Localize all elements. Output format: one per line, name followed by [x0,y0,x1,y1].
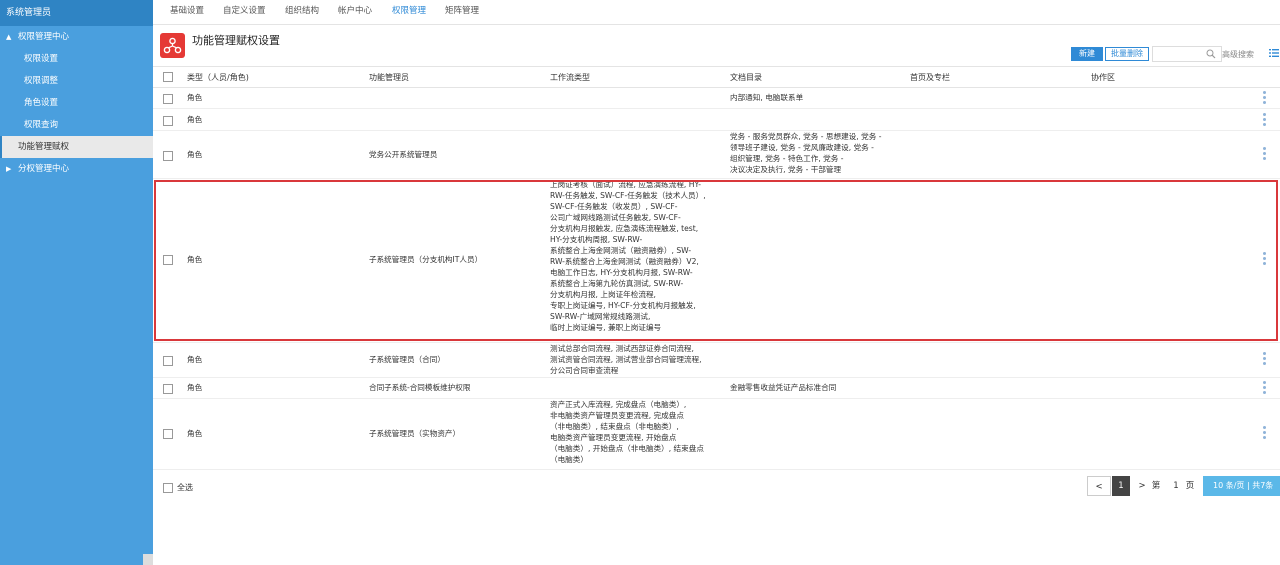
tab-permission-management[interactable]: 权限管理 [392,0,426,24]
table-row[interactable]: 角色 合同子系统-合同模板维护权限 金融零售收益凭证产品标准合同 [153,378,1280,399]
tab-custom-settings[interactable]: 自定义设置 [223,0,266,24]
row-checkbox[interactable] [163,94,173,104]
list-view-icon[interactable] [1269,48,1279,58]
advanced-search-link[interactable]: 高级搜索 [1222,49,1254,60]
cell-workflow: 测试总部合同流程, 测试西部证券合同流程, 测试资管合同流程, 测试营业部合同管… [550,344,702,375]
cell-type: 角色 [187,383,203,392]
sidebar-item-permission-adjust[interactable]: 权限调整 [0,70,153,92]
column-header-type[interactable]: 类型（人员/角色) [187,72,249,83]
page-title: 功能管理赋权设置 [192,34,280,47]
more-options-icon[interactable] [1263,352,1266,367]
page-suffix-label: 页 [1185,481,1195,491]
highlight-annotation [154,180,1278,341]
column-header-homepage[interactable]: 首页及专栏 [910,72,950,83]
column-header-collab[interactable]: 协作区 [1091,72,1115,83]
table-row[interactable]: 角色 子系统管理员（合同） 测试总部合同流程, 测试西部证券合同流程, 测试资管… [153,343,1280,378]
header-checkbox[interactable] [163,72,173,82]
table-row[interactable]: 角色 内部通知, 电脑联系单 [153,87,1280,109]
sidebar-item-label: 权限管理中心 [18,32,70,42]
cell-type: 角色 [187,115,203,124]
cell-type: 角色 [187,150,203,159]
row-checkbox[interactable] [163,356,173,366]
page-prefix-label: 第 [1151,481,1161,491]
tab-account-center[interactable]: 帐户中心 [338,0,372,24]
sidebar-title: 系统管理员 [0,0,153,26]
sidebar-group-permission-center[interactable]: ▲ 权限管理中心 [0,26,153,48]
cell-admin: 子系统管理员（实物资产） [369,429,461,438]
table-row[interactable]: 角色 [153,109,1280,131]
bulk-delete-button[interactable]: 批量删除 [1105,47,1149,61]
column-header-workflow[interactable]: 工作流类型 [550,72,590,83]
cell-docs: 党务 - 服务党员群众, 党务 - 思想建设, 党务 - 领导班子建设, 党务 … [730,132,882,174]
next-page-button[interactable]: > [1135,476,1149,496]
more-options-icon[interactable] [1263,113,1266,128]
cell-type: 角色 [187,429,203,438]
row-checkbox[interactable] [163,151,173,161]
top-nav: 基础设置 自定义设置 组织结构 帐户中心 权限管理 矩阵管理 [153,0,1280,25]
column-header-docs[interactable]: 文档目录 [730,72,762,83]
search-icon[interactable] [1206,49,1216,59]
sidebar-item-role-settings[interactable]: 角色设置 [0,92,153,114]
collapse-arrow-icon: ▲ [6,33,12,41]
cell-docs: 内部通知, 电脑联系单 [730,93,804,102]
more-options-icon[interactable] [1263,147,1266,162]
more-options-icon[interactable] [1263,91,1266,106]
row-checkbox[interactable] [163,429,173,439]
sidebar-item-label: 分权管理中心 [18,164,70,174]
cell-type: 角色 [187,355,203,364]
sidebar-item-permission-settings[interactable]: 权限设置 [0,48,153,70]
table-row[interactable]: 角色 党务公开系统管理员 党务 - 服务党员群众, 党务 - 思想建设, 党务 … [153,131,1280,179]
table-header: 类型（人员/角色) 功能管理员 工作流类型 文档目录 首页及专栏 协作区 [153,66,1280,88]
select-all-label: 全选 [177,483,193,492]
sidebar: 系统管理员 ▲ 权限管理中心 权限设置 权限调整 角色设置 权限查询 功能管理赋权… [0,0,153,565]
new-button[interactable]: 新建 [1071,47,1103,61]
tab-matrix-management[interactable]: 矩阵管理 [445,0,479,24]
prev-page-button[interactable]: < [1087,476,1111,496]
cell-admin: 子系统管理员（合同） [369,355,445,364]
row-checkbox[interactable] [163,116,173,126]
cell-admin: 党务公开系统管理员 [369,150,438,159]
sidebar-item-permission-query[interactable]: 权限查询 [0,114,153,136]
tab-org-structure[interactable]: 组织结构 [285,0,319,24]
cell-docs: 金融零售收益凭证产品标准合同 [730,383,837,392]
column-header-admin[interactable]: 功能管理员 [369,72,409,83]
current-page-button[interactable]: 1 [1112,476,1130,496]
more-options-icon[interactable] [1263,381,1266,396]
table-row[interactable]: 角色 子系统管理员（实物资产） 资产正式入库流程, 完成盘点（电脑类）, 非电脑… [153,399,1280,470]
sidebar-group-delegation-center[interactable]: ▶ 分权管理中心 [0,158,153,180]
cell-workflow: 资产正式入库流程, 完成盘点（电脑类）, 非电脑类资产管理员变更流程, 完成盘点… [550,400,704,464]
org-chart-icon [160,33,185,58]
cell-type: 角色 [187,93,203,102]
expand-arrow-icon: ▶ [6,165,12,173]
tab-basic-settings[interactable]: 基础设置 [170,0,204,24]
row-checkbox[interactable] [163,384,173,394]
page-size-select[interactable]: 10 条/页 | 共7条 [1203,476,1280,496]
cell-admin: 合同子系统-合同模板维护权限 [369,383,471,392]
more-options-icon[interactable] [1263,426,1266,441]
scrollbar[interactable] [143,554,153,565]
select-all-checkbox[interactable] [163,483,173,493]
sidebar-item-function-admin-auth[interactable]: 功能管理赋权 [0,136,153,158]
